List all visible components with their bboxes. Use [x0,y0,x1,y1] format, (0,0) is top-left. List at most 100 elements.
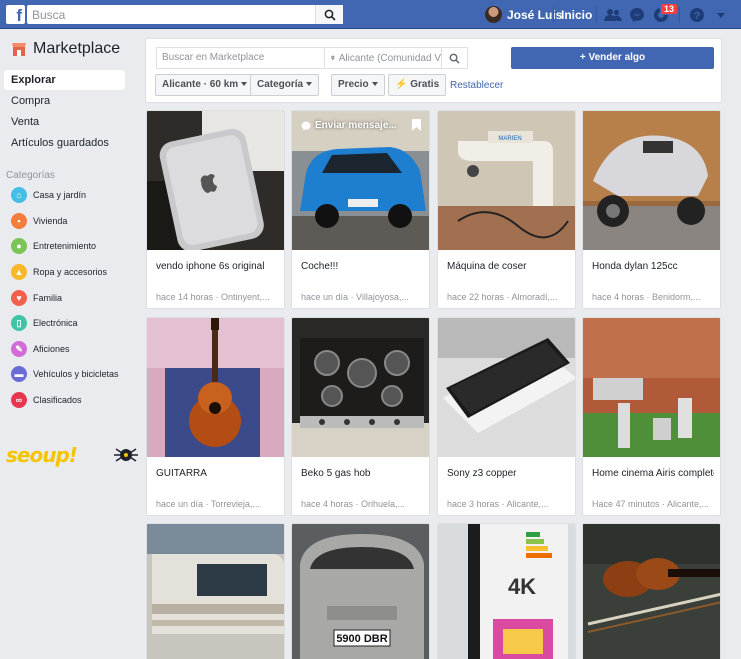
marketplace-search-button[interactable] [441,48,467,68]
listing-image [147,318,284,457]
category-label: Entretenimiento [33,241,97,251]
price-filter[interactable]: Precio [331,74,385,96]
facebook-logo-icon[interactable]: f [6,5,25,24]
phone-icon: ▯ [11,315,27,331]
home-link[interactable]: Inicio [561,8,592,22]
shop-icon [12,43,26,56]
messenger-icon [301,121,311,130]
marketplace-search: Buscar en Marketplace Alicante (Comunida… [156,47,468,69]
global-search-input[interactable] [27,5,312,24]
category-electronica[interactable]: ▯ Electrónica [11,315,78,331]
search-icon [324,9,336,21]
listing-image [147,111,284,250]
category-aficiones[interactable]: ✎ Aficiones [11,341,70,357]
category-clasificados[interactable]: ∞ Clasificados [11,392,82,408]
sidebar-item-venta[interactable]: Venta [4,112,125,132]
caret-down-icon[interactable] [711,5,731,25]
hanger-icon: ▲ [11,264,27,280]
listing-card[interactable]: 4K [437,523,576,659]
reset-filters-link[interactable]: Restablecer [450,80,503,91]
category-casa-y-jardin[interactable]: ⌂ Casa y jardín [11,187,86,203]
sidebar-item-articulos-guardados[interactable]: Artículos guardados [4,133,125,153]
caret-down-icon [306,82,313,87]
listing-meta: hace 4 horas · Benidorm,... [592,292,701,302]
listing-card[interactable]: Sony z3 copper hace 3 horas · Alicante,.… [437,317,576,516]
category-label: Electrónica [33,318,78,328]
listing-card[interactable] [146,523,285,659]
listing-title: vendo iphone 6s original [156,261,265,272]
seoup-logo: seoup! [6,443,138,467]
page-title: Marketplace [33,40,121,57]
location-input[interactable]: Alicante (Comunidad V [325,48,441,68]
divider [553,7,554,23]
user-name: José Luis [507,7,563,22]
bookmark-icon[interactable] [412,119,421,131]
listing-card[interactable] [582,523,721,659]
tv-4k-label: 4K [508,574,536,599]
sidebar-item-compra[interactable]: Compra [4,91,125,111]
category-label: Aficiones [33,344,70,354]
brush-icon: ✎ [11,341,27,357]
marketplace-header[interactable]: Marketplace [11,40,120,58]
listing-title: Honda dylan 125cc [592,261,678,272]
location-pin-icon [331,55,335,61]
listing-card[interactable]: MARIEN Máquina de coser hace 22 horas · … [437,110,576,309]
category-label: Vivienda [33,216,68,226]
send-message-label: Enviar mensaje... [315,120,397,131]
listing-meta: Hace 47 minutos · Alicante,... [592,499,710,509]
listing-meta: hace un día · Torrevieja,... [156,499,260,509]
listing-image [292,111,429,250]
category-label: Casa y jardín [33,190,87,200]
categories-heading: Categorías [6,170,55,181]
messenger-icon[interactable] [627,5,647,25]
listing-card[interactable]: Honda dylan 125cc hace 4 horas · Benidor… [582,110,721,309]
house-icon: ⌂ [11,187,27,203]
filter-panel: Buscar en Marketplace Alicante (Comunida… [145,38,722,103]
car-icon: ▬ [11,366,27,382]
sidebar-item-explorar[interactable]: Explorar [4,70,125,90]
category-vivienda[interactable]: ▪ Vivienda [11,213,67,229]
listing-card[interactable]: Enviar mensaje... Coche!!! hace un día ·… [291,110,430,309]
friends-icon[interactable] [603,5,623,25]
category-vehiculos-y-bicicletas[interactable]: ▬ Vehículos y bicicletas [11,366,119,382]
help-icon[interactable]: ? [687,5,707,25]
caret-down-icon [371,82,378,87]
profile-link[interactable]: José Luis [485,6,562,23]
category-label: Ropa y accesorios [33,267,108,277]
listing-card[interactable]: GUITARRA hace un día · Torrevieja,... [146,317,285,516]
svg-text:seoup!: seoup! [6,443,77,467]
listing-card[interactable]: Beko 5 gas hob hace 4 horas · Orihuela,.… [291,317,430,516]
chip-label: Precio [338,79,369,90]
notifications-badge: 13 [660,3,679,15]
search-icon [449,53,460,64]
category-filter[interactable]: Categoría [250,74,320,96]
free-filter[interactable]: ⚡ Gratis [388,74,447,96]
avatar [485,6,502,23]
category-ropa-y-accesorios[interactable]: ▲ Ropa y accesorios [11,264,107,280]
listing-card[interactable]: 5900 DBR [291,523,430,659]
search-button[interactable] [315,5,343,24]
listing-title: Beko 5 gas hob [301,468,371,479]
license-plate: 5900 DBR [336,633,387,645]
category-label: Clasificados [33,395,82,405]
listing-image: 4K [438,524,575,659]
sell-something-button[interactable]: + Vender algo [511,47,714,69]
listing-title: Coche!!! [301,261,339,272]
listing-card[interactable]: vendo iphone 6s original hace 14 horas ·… [146,110,285,309]
location-radius-filter[interactable]: Alicante · 60 km [155,74,255,96]
listing-card[interactable]: Home cinema Airis completo Hace 47 minut… [582,317,721,516]
divider [679,7,680,23]
svg-text:?: ? [694,11,700,22]
chip-label: Categoría [257,79,304,90]
listing-image: MARIEN [438,111,575,250]
marketplace-search-input[interactable]: Buscar en Marketplace [157,48,325,68]
listing-image: 5900 DBR [292,524,429,659]
location-placeholder: Alicante (Comunidad V [338,52,441,64]
listing-title: Sony z3 copper [447,468,517,479]
category-entretenimiento[interactable]: ● Entretenimiento [11,238,96,254]
category-familia[interactable]: ♥ Familia [11,290,62,306]
listing-title: GUITARRA [156,468,207,479]
send-message-overlay[interactable]: Enviar mensaje... [301,120,397,131]
listing-meta: hace 22 horas · Almoradí,... [447,292,558,302]
lightning-icon: ⚡ [395,79,408,90]
